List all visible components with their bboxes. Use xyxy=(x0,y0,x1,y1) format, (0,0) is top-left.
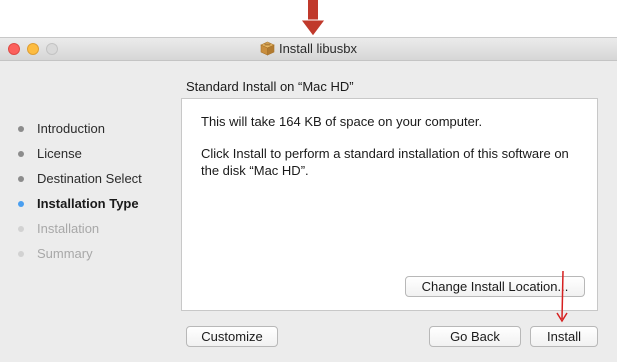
annotation-arrow-down-icon xyxy=(300,0,326,37)
step-label: License xyxy=(37,146,82,161)
space-required-text: This will take 164 KB of space on your c… xyxy=(201,114,483,129)
installer-window: Install libusbx Introduction License Des… xyxy=(0,37,617,362)
step-destination-select: Destination Select xyxy=(18,170,142,195)
step-label: Installation xyxy=(37,221,100,236)
step-installation-type: Installation Type xyxy=(18,195,142,220)
section-title: Standard Install on “Mac HD” xyxy=(186,79,354,94)
package-icon xyxy=(260,41,275,56)
customize-button[interactable]: Customize xyxy=(186,326,278,347)
step-bullet-icon xyxy=(18,126,24,132)
step-bullet-icon xyxy=(18,176,24,182)
install-button[interactable]: Install xyxy=(530,326,598,347)
step-bullet-icon xyxy=(18,151,24,157)
go-back-button[interactable]: Go Back xyxy=(429,326,521,347)
step-current-bullet-icon xyxy=(18,201,24,207)
step-summary: Summary xyxy=(18,245,142,270)
step-license: License xyxy=(18,145,142,170)
step-label: Introduction xyxy=(37,121,105,136)
step-installation: Installation xyxy=(18,220,142,245)
step-label: Destination Select xyxy=(37,171,142,186)
step-bullet-icon xyxy=(18,251,24,257)
window-title: Install libusbx xyxy=(278,41,358,56)
window-title-group: Install libusbx xyxy=(0,41,617,56)
installer-steps-sidebar: Introduction License Destination Select … xyxy=(18,120,142,270)
step-bullet-icon xyxy=(18,226,24,232)
step-introduction: Introduction xyxy=(18,120,142,145)
title-bar: Install libusbx xyxy=(0,38,617,61)
step-label: Installation Type xyxy=(37,196,139,211)
step-label: Summary xyxy=(37,246,93,261)
install-instruction-text: Click Install to perform a standard inst… xyxy=(201,146,569,178)
annotation-arrow-down-icon xyxy=(556,271,568,323)
